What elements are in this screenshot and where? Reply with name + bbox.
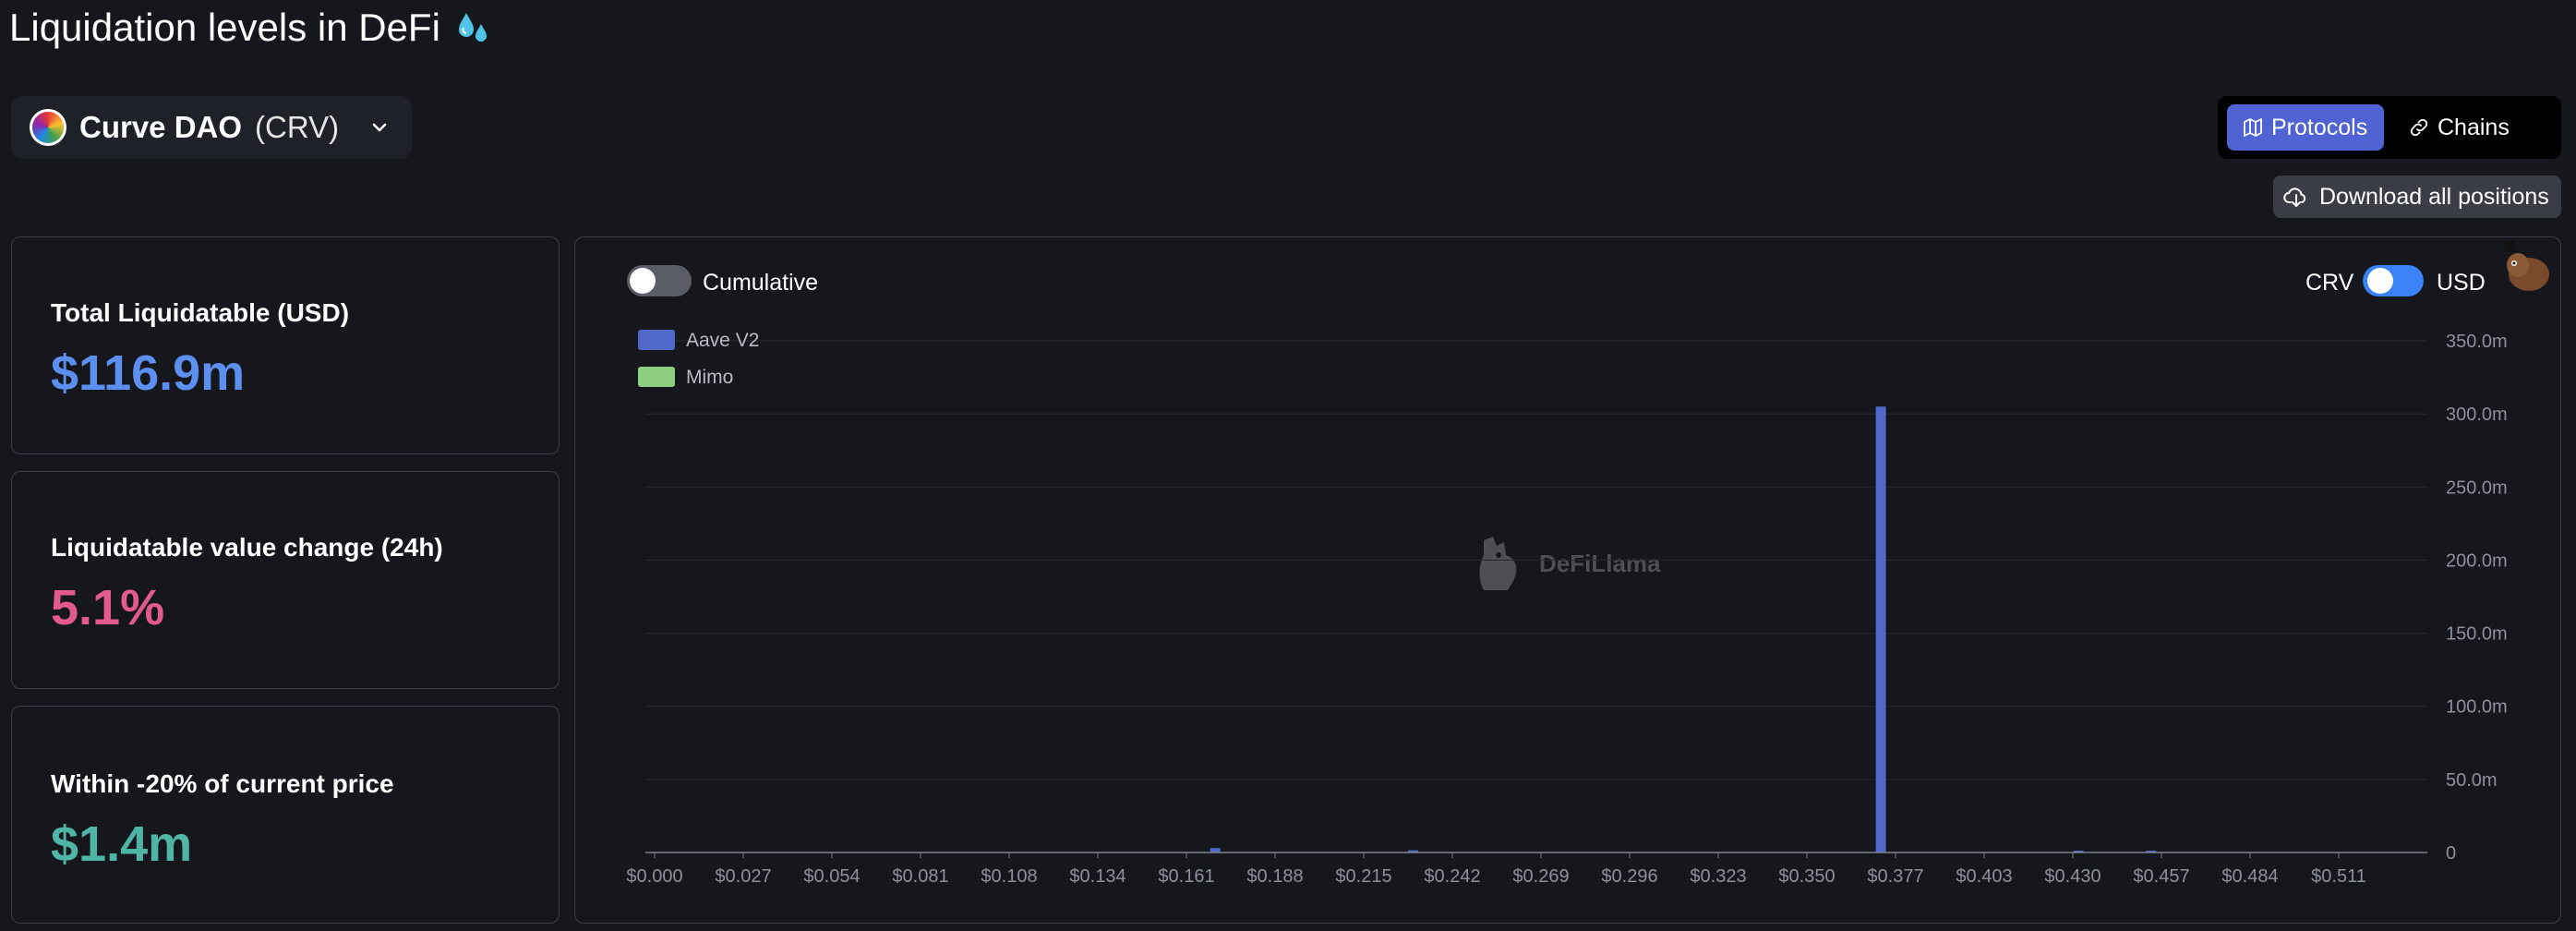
x-tick-label: $0.242 [1424,866,1480,887]
stat-value: 5.1% [51,580,165,635]
y-tick-label: 100.0m [2446,697,2508,718]
x-tick-label: $0.377 [1867,866,1923,887]
stat-label: Within -20% of current price [51,769,394,798]
download-button-label: Download all positions [2319,183,2549,210]
y-tick-label: 150.0m [2446,624,2508,645]
stat-label: Liquidatable value change (24h) [51,533,443,562]
x-tick-label: $0.269 [1512,866,1569,887]
chevron-down-icon [372,123,387,132]
y-tick-label: 300.0m [2446,405,2508,425]
bar-aave-v2[interactable] [1875,406,1886,852]
x-tick-label: $0.134 [1069,866,1125,887]
x-tick-label: $0.188 [1246,866,1303,887]
liquidation-bar-chart: 0 50.0m 100.0m 150.0m 200.0m 250.0m 300.0m 350.… [626,330,2508,887]
download-all-positions-button[interactable]: Download all positions [2273,175,2561,218]
y-tick-label: 200.0m [2446,550,2508,571]
legend-swatch [638,330,675,350]
x-tick-label: $0.323 [1690,866,1746,887]
link-icon [2410,118,2428,137]
token-symbol: (CRV) [255,110,340,144]
x-tick-label: $0.403 [1956,866,2012,887]
x-tick-label: $0.350 [1778,866,1835,887]
x-tick-label: $0.000 [626,866,682,887]
x-tick-label: $0.511 [2311,866,2366,887]
cloud-download-icon [2283,187,2306,207]
protocols-tab-label: Protocols [2271,114,2368,140]
y-tick-label: 350.0m [2446,332,2508,352]
token-name: Curve DAO [79,110,243,144]
x-tick-label: $0.161 [1158,866,1214,887]
view-switch: Protocols Chains [2218,96,2561,159]
x-tick-label: $0.296 [1601,866,1657,887]
stat-value: $1.4m [51,816,193,872]
token-selector[interactable]: Curve DAO (CRV) [11,96,412,159]
legend-label[interactable]: Mimo [686,367,733,388]
protocols-tab[interactable]: Protocols [2227,104,2384,151]
chains-tab-label: Chains [2438,114,2510,140]
page-title: Liquidation levels in DeFi [9,6,494,50]
y-tick-label: 250.0m [2446,478,2508,498]
x-tick-label: $0.054 [803,866,860,887]
total-liquidatable-card: Total Liquidatable (USD) $116.9m [11,236,560,454]
x-tick-label: $0.484 [2221,866,2278,887]
liquidation-chart-panel: Cumulative CRV USD DeFiLlama 0 50.0m 100.0… [574,236,2561,924]
x-tick-label: $0.108 [981,866,1037,887]
page-title-text: Liquidation levels in DeFi [9,6,440,49]
x-tick-label: $0.027 [715,866,771,887]
legend-label[interactable]: Aave V2 [686,330,759,351]
x-tick-label: $0.215 [1335,866,1391,887]
x-tick-label: $0.457 [2133,866,2189,887]
stat-label: Total Liquidatable (USD) [51,298,350,327]
x-tick-label: $0.430 [2044,866,2101,887]
chains-tab[interactable]: Chains [2393,104,2524,151]
legend-swatch [638,367,675,387]
y-tick-label: 0 [2446,843,2456,864]
stat-value: $116.9m [51,345,246,401]
map-icon [2244,118,2262,137]
y-tick-label: 50.0m [2446,770,2498,791]
liquidatable-change-card: Liquidatable value change (24h) 5.1% [11,471,560,689]
droplets-icon [458,13,487,42]
x-tick-label: $0.081 [892,866,948,887]
within-20-percent-card: Within -20% of current price $1.4m [11,706,560,924]
curve-logo-icon [30,109,66,146]
